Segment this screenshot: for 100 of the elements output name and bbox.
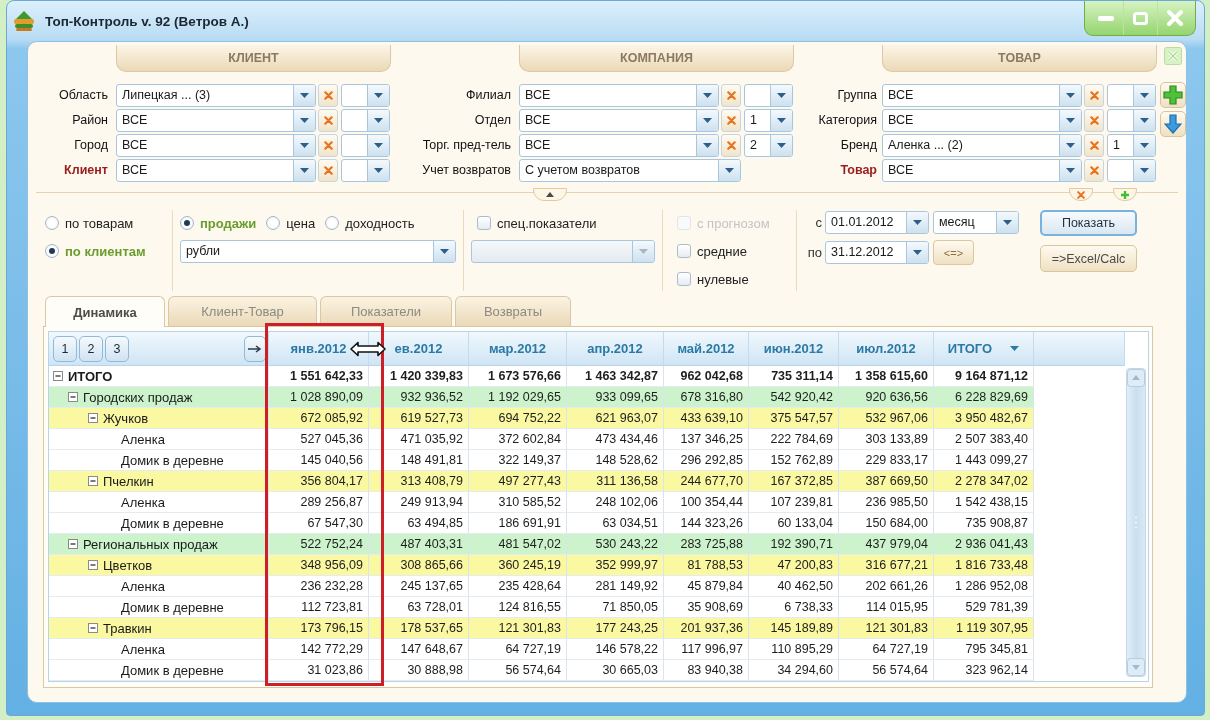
tab[interactable]: Динамика: [45, 296, 165, 327]
radio-button[interactable]: [325, 216, 340, 230]
level-button[interactable]: 3: [105, 335, 129, 362]
dropdown-button[interactable]: [1133, 160, 1155, 181]
column-header[interactable]: июл.2012: [839, 332, 934, 366]
filter-select[interactable]: ВСЕ: [519, 134, 719, 157]
show-button[interactable]: Показать: [1040, 210, 1137, 236]
filter-select[interactable]: ВСЕ: [116, 134, 316, 157]
clear-all-button[interactable]: [1069, 188, 1093, 201]
collapse-button[interactable]: [533, 188, 567, 201]
filter-select[interactable]: ВСЕ: [882, 109, 1082, 132]
dropdown-button[interactable]: [718, 160, 740, 181]
tree-item-label[interactable]: Аленка: [121, 578, 165, 594]
dropdown-button[interactable]: [906, 212, 928, 233]
dropdown-button[interactable]: [367, 110, 389, 131]
clear-button[interactable]: [1084, 159, 1104, 182]
dropdown-button[interactable]: [906, 242, 928, 263]
checkbox[interactable]: [477, 216, 491, 230]
minus-box-icon[interactable]: [68, 392, 78, 402]
clear-button[interactable]: [1084, 84, 1104, 107]
minus-box-icon[interactable]: [88, 476, 98, 486]
tree-item-label[interactable]: Домик в деревне: [121, 599, 224, 615]
order-select[interactable]: [341, 84, 390, 107]
returns-select[interactable]: С учетом возвратов: [519, 159, 741, 182]
radio-button[interactable]: [45, 216, 59, 230]
dropdown-button[interactable]: [1133, 85, 1155, 106]
dropdown-button[interactable]: [367, 135, 389, 156]
minus-box-icon[interactable]: [88, 623, 98, 633]
period-select[interactable]: месяц: [933, 211, 1019, 234]
add-button[interactable]: [1160, 82, 1186, 108]
dropdown-button[interactable]: [696, 110, 718, 131]
unit-select[interactable]: рубли: [180, 240, 456, 263]
filter-select[interactable]: Аленка ... (2): [882, 134, 1082, 157]
dropdown-button[interactable]: [1059, 110, 1081, 131]
column-header[interactable]: мар.2012: [469, 332, 567, 366]
order-select[interactable]: [341, 109, 390, 132]
date-select[interactable]: 01.01.2012: [825, 211, 929, 234]
column-header[interactable]: ИТОГО: [934, 332, 1034, 366]
column-header[interactable]: ев.2012: [369, 332, 469, 366]
order-select[interactable]: [1107, 84, 1156, 107]
minus-box-icon[interactable]: [88, 560, 98, 570]
dropdown-button[interactable]: [293, 135, 315, 156]
move-down-button[interactable]: [1160, 111, 1186, 137]
clear-button[interactable]: [721, 109, 741, 132]
dropdown-button[interactable]: [770, 135, 792, 156]
filter-select[interactable]: ВСЕ: [519, 84, 719, 107]
expand-columns-button[interactable]: [244, 335, 266, 362]
minus-box-icon[interactable]: [68, 539, 78, 549]
clear-button[interactable]: [1084, 134, 1104, 157]
export-button[interactable]: =>Excel/Calc: [1040, 245, 1137, 272]
tree-item-label[interactable]: Домик в деревне: [121, 452, 224, 468]
order-select[interactable]: [1107, 159, 1156, 182]
clear-button[interactable]: [1084, 109, 1104, 132]
order-select[interactable]: 1: [1107, 134, 1156, 157]
tree-item-label[interactable]: Цветков: [103, 557, 153, 573]
clear-button[interactable]: [721, 134, 741, 157]
order-select[interactable]: [744, 84, 793, 107]
add-filter-button[interactable]: [1113, 188, 1137, 201]
dropdown-button[interactable]: [770, 85, 792, 106]
dropdown-button[interactable]: [996, 212, 1018, 233]
dropdown-button[interactable]: [1059, 135, 1081, 156]
dropdown-button[interactable]: [1059, 85, 1081, 106]
dropdown-button[interactable]: [293, 85, 315, 106]
filter-select[interactable]: ВСЕ: [882, 84, 1082, 107]
clear-button[interactable]: [318, 134, 338, 157]
dropdown-button[interactable]: [696, 135, 718, 156]
tree-item-label[interactable]: Домик в деревне: [121, 515, 224, 531]
filter-select[interactable]: Липецкая ... (3): [116, 84, 316, 107]
column-header[interactable]: май.2012: [664, 332, 749, 366]
dropdown-button[interactable]: [1133, 110, 1155, 131]
order-select[interactable]: [1107, 109, 1156, 132]
order-select[interactable]: 1: [744, 109, 793, 132]
dropdown-button[interactable]: [770, 110, 792, 131]
filter-select[interactable]: ВСЕ: [882, 159, 1082, 182]
checkbox[interactable]: [677, 244, 691, 258]
column-header[interactable]: апр.2012: [567, 332, 664, 366]
clear-button[interactable]: [318, 109, 338, 132]
order-select[interactable]: 2: [744, 134, 793, 157]
tree-item-label[interactable]: Аленка: [121, 494, 165, 510]
dropdown-button[interactable]: [696, 85, 718, 106]
clear-button[interactable]: [318, 84, 338, 107]
dropdown-button[interactable]: [367, 85, 389, 106]
tree-item-label[interactable]: Пчелкин: [103, 473, 154, 489]
filter-select[interactable]: ВСЕ: [116, 159, 316, 182]
tree-item-label[interactable]: Аленка: [121, 431, 165, 447]
swap-dates-button[interactable]: <=>: [933, 240, 974, 265]
dropdown-button[interactable]: [1133, 135, 1155, 156]
dropdown-button[interactable]: [1059, 160, 1081, 181]
clear-button[interactable]: [318, 159, 338, 182]
checkbox[interactable]: [677, 272, 691, 286]
dropdown-button[interactable]: [293, 110, 315, 131]
tree-item-label[interactable]: Аленка: [121, 641, 165, 657]
level-button[interactable]: 1: [53, 335, 77, 362]
radio-button[interactable]: [45, 244, 59, 258]
order-select[interactable]: [341, 159, 390, 182]
order-select[interactable]: [341, 134, 390, 157]
radio-button[interactable]: [180, 216, 194, 230]
tree-item-label[interactable]: Жучков: [103, 410, 149, 426]
level-button[interactable]: 2: [79, 335, 103, 362]
filter-select[interactable]: ВСЕ: [116, 109, 316, 132]
